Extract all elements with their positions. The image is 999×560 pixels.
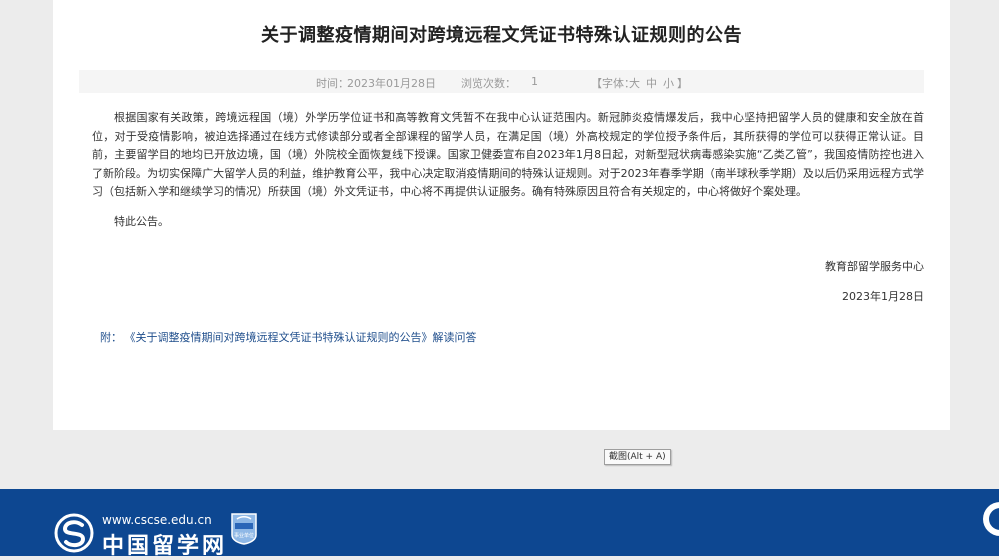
font-size-small-button[interactable]: 小: [663, 75, 674, 91]
screenshot-tooltip: 截图(Alt + A): [604, 449, 671, 465]
article-closing: 特此公告。: [114, 214, 169, 228]
font-size-large-button[interactable]: 大: [629, 75, 640, 91]
view-count-label: 浏览次数：: [461, 77, 516, 90]
article-paragraph: 根据国家有关政策，跨境远程国（境）外学历学位证书和高等教育文凭暂不在我中心认证范…: [92, 111, 924, 199]
site-footer: www.cscse.edu.cn 中国留学网 事业单位: [0, 489, 999, 559]
footer-brand-name: 中国留学网: [102, 533, 228, 559]
attachment-link[interactable]: 附： 《关于调整疫情期间对跨境远程文凭证书特殊认证规则的公告》解读问答: [100, 329, 477, 345]
footer-site-url[interactable]: www.cscse.edu.cn: [102, 513, 212, 527]
attachment-link-text[interactable]: 《关于调整疫情期间对跨境远程文凭证书特殊认证规则的公告》解读问答: [130, 331, 477, 344]
font-size-label-close: 】: [677, 77, 688, 90]
publish-time-value: 2023年01月28日: [347, 77, 436, 90]
publish-time-label: 时间：: [316, 77, 349, 90]
article-body: 根据国家有关政策，跨境远程国（境）外学历学位证书和高等教育文凭暂不在我中心认证范…: [92, 109, 924, 232]
article-meta-bar: 时间： 2023年01月28日 浏览次数： 1 【字体： 大 中 小 】: [79, 70, 924, 93]
article-sign-date: 2023年1月28日: [842, 290, 924, 303]
article-signature: 教育部留学服务中心: [825, 260, 924, 273]
attachment-label: 附：: [100, 331, 122, 344]
font-size-medium-button[interactable]: 中: [646, 75, 657, 91]
public-institution-badge-icon[interactable]: 事业单位: [228, 511, 260, 545]
article-title: 关于调整疫情期间对跨境远程文凭证书特殊认证规则的公告: [261, 25, 742, 46]
footer-corner-icon: [983, 502, 999, 536]
article-card: 关于调整疫情期间对跨境远程文凭证书特殊认证规则的公告 时间： 2023年01月2…: [53, 0, 950, 430]
badge-text: 事业单位: [234, 532, 254, 539]
cscse-logo-icon: [54, 513, 94, 553]
view-count-value: 1: [531, 75, 538, 88]
